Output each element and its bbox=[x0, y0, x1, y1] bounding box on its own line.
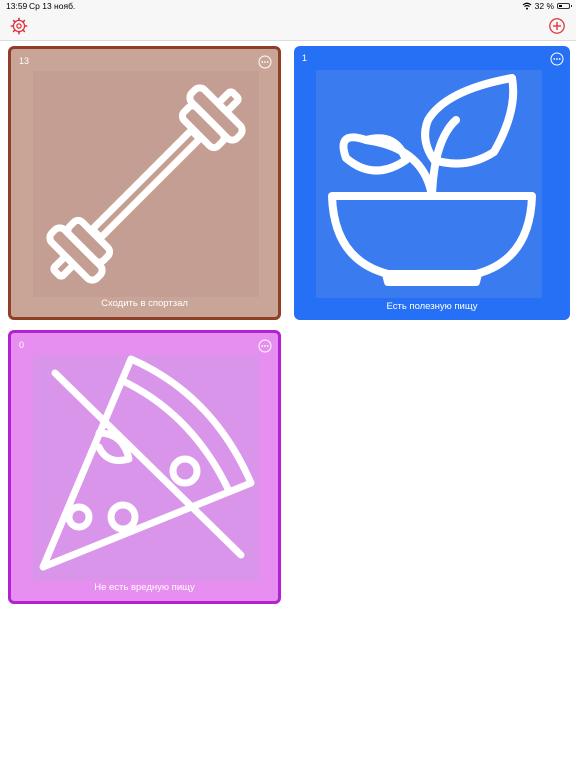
habit-tile-healthy-food[interactable]: 1 Есть полезную пищу bbox=[294, 46, 570, 320]
habit-label: Сходить в спортзал bbox=[101, 298, 188, 309]
habit-label: Не есть вредную пищу bbox=[94, 582, 195, 593]
status-bar: 13:59 Ср 13 нояб. 32 % bbox=[0, 0, 576, 12]
navigation-bar bbox=[0, 12, 576, 41]
habit-count: 13 bbox=[19, 56, 30, 66]
more-options-icon[interactable] bbox=[550, 52, 564, 66]
habit-tile-gym[interactable]: 13 Сходить в спортзал bbox=[8, 46, 281, 320]
salad-bowl-icon bbox=[316, 70, 542, 298]
no-pizza-icon bbox=[33, 355, 259, 581]
habit-count: 1 bbox=[302, 53, 308, 63]
more-options-icon[interactable] bbox=[258, 55, 272, 69]
status-time: 13:59 bbox=[6, 1, 28, 11]
status-date: Ср 13 нояб. bbox=[29, 1, 76, 11]
plus-circle-icon[interactable] bbox=[548, 17, 566, 35]
wifi-icon bbox=[522, 2, 531, 10]
more-options-icon[interactable] bbox=[258, 339, 272, 353]
dumbbell-icon bbox=[33, 71, 259, 297]
battery-icon bbox=[557, 3, 572, 9]
gear-icon[interactable] bbox=[10, 17, 28, 35]
status-right: 32 % bbox=[522, 1, 572, 11]
battery-percent: 32 % bbox=[534, 1, 554, 11]
habit-count: 0 bbox=[19, 340, 25, 350]
habit-label: Есть полезную пищу bbox=[386, 301, 478, 312]
habit-tile-no-junk-food[interactable]: 0 Не есть вредную пищу bbox=[8, 330, 281, 604]
